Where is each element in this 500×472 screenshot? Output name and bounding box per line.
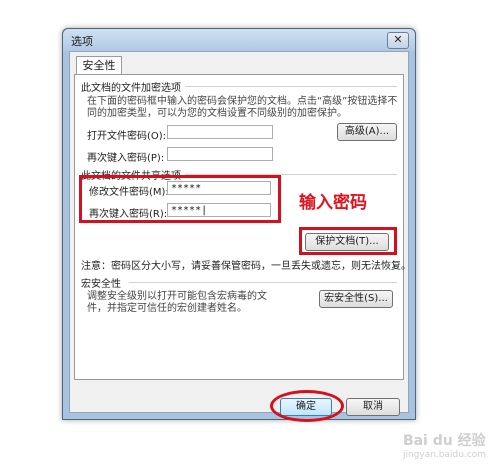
divider: [185, 86, 397, 87]
macro-security-button[interactable]: 宏安全性(S)...: [319, 290, 393, 308]
password-note: 注意：密码区分大小写，请妥善保管密码，一旦丢失或遗忘，则无法恢复。: [81, 261, 411, 272]
protect-button-highlight-box: [299, 227, 397, 255]
reenter-open-password-input[interactable]: [167, 147, 273, 161]
watermark-brand: Bai du 经验: [402, 433, 486, 449]
macro-desc-2: 件，并指定可信任的宏创建者姓名。: [87, 303, 247, 314]
reenter-open-password-label: 再次键入密码(P):: [87, 153, 165, 164]
open-password-input[interactable]: [167, 125, 273, 139]
password-highlight-box: [79, 175, 281, 223]
close-icon[interactable]: ✕: [387, 32, 409, 49]
tab-security[interactable]: 安全性: [76, 56, 122, 75]
annotation-enter-password: 输入密码: [299, 193, 367, 213]
options-dialog: 选项 ✕ 安全性 此文档的文件加密选项 在下面的密码框中输入的密码会保护您的文档…: [62, 28, 416, 422]
cancel-button[interactable]: 取消: [346, 398, 400, 416]
dialog-body: 安全性 此文档的文件加密选项 在下面的密码框中输入的密码会保护您的文档。点击“高…: [69, 51, 411, 422]
divider: [129, 282, 397, 283]
watermark-url: jingyan.baidu.com: [402, 450, 486, 460]
baidu-watermark: Bai du 经验 jingyan.baidu.com: [403, 430, 486, 460]
encrypt-desc-2: 同的加密类型，可以为您的文档设置不同级别的加密保护。: [87, 108, 347, 119]
dialog-title: 选项: [71, 35, 93, 48]
open-password-label: 打开文件密码(O):: [87, 131, 167, 142]
security-pane: 此文档的文件加密选项 在下面的密码框中输入的密码会保护您的文档。点击“高级”按钮…: [74, 74, 411, 380]
dialog-titlebar[interactable]: 选项 ✕: [63, 29, 415, 51]
advanced-button[interactable]: 高级(A)...: [337, 123, 397, 141]
ok-button-highlight-oval: [270, 390, 344, 422]
